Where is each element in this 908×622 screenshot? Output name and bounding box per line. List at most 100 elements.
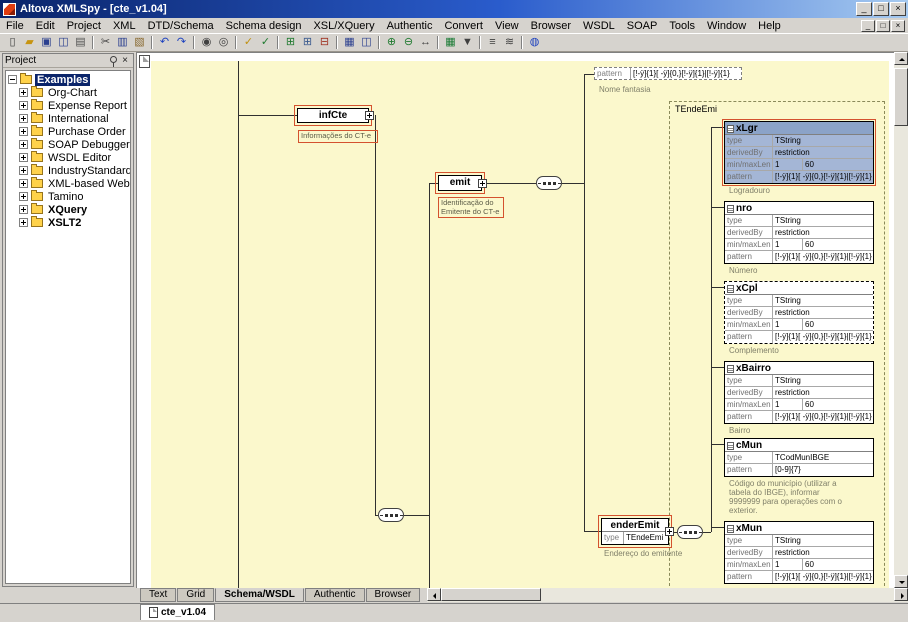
property-value[interactable]: TString — [773, 135, 873, 146]
minimize-button[interactable]: _ — [856, 2, 872, 16]
menu-xml[interactable]: XML — [107, 19, 142, 33]
tree-item-expense-report[interactable]: Expense Report — [6, 99, 130, 112]
pretty-print-icon[interactable]: ≋ — [501, 35, 518, 50]
expand-icon[interactable] — [19, 140, 28, 149]
property-value[interactable]: TString — [773, 295, 873, 306]
horizontal-scrollbar[interactable] — [427, 588, 908, 602]
expand-icon[interactable] — [19, 205, 28, 214]
property-value[interactable]: 60 — [803, 239, 873, 250]
menu-xsl-xquery[interactable]: XSL/XQuery — [307, 19, 380, 33]
property-value[interactable]: TString — [773, 215, 873, 226]
property-value[interactable]: 60 — [803, 319, 873, 330]
tree-item-soap-debugger[interactable]: SOAP Debugger — [6, 138, 130, 151]
copy-icon[interactable]: ▥ — [114, 35, 131, 50]
table-view-icon[interactable]: ▦ — [442, 35, 459, 50]
element-detail-box-xLgr[interactable]: xLgrtypeTStringderivedByrestrictionmin/m… — [724, 121, 874, 184]
element-detail-box-xBairro[interactable]: xBairrotypeTStringderivedByrestrictionmi… — [724, 361, 874, 424]
remove-element-icon[interactable]: ⊟ — [316, 35, 333, 50]
property-value[interactable]: restriction — [773, 147, 873, 158]
view-tab-authentic[interactable]: Authentic — [305, 588, 365, 602]
vertical-scrollbar[interactable] — [894, 52, 908, 588]
new-document-icon[interactable]: ▯ — [4, 35, 21, 50]
sequence-compositor-icon[interactable] — [536, 176, 562, 190]
tree-item-international[interactable]: International — [6, 112, 130, 125]
sequence-compositor-icon[interactable] — [677, 525, 703, 539]
app-icon[interactable] — [3, 3, 16, 16]
tree-item-xslt2[interactable]: XSLT2 — [6, 216, 130, 229]
save-all-icon[interactable]: ◫ — [55, 35, 72, 50]
expand-icon[interactable] — [19, 179, 28, 188]
expand-icon[interactable] — [19, 88, 28, 97]
nested-grid-icon[interactable]: ◫ — [358, 35, 375, 50]
document-tab-cte-v1-04[interactable]: cte_v1.04 — [140, 604, 215, 620]
save-icon[interactable]: ▣ — [38, 35, 55, 50]
property-value[interactable]: [!-ÿ]{1}[ -ÿ]{0,}[!-ÿ]{1}|[!-ÿ]{1} — [631, 68, 741, 79]
expand-handle-icon[interactable] — [365, 111, 374, 120]
mdi-close-button[interactable]: × — [891, 20, 905, 32]
menu-authentic[interactable]: Authentic — [381, 19, 439, 33]
element-node-emit[interactable]: emit — [438, 175, 482, 191]
menu-help[interactable]: Help — [752, 19, 787, 33]
view-tab-browser[interactable]: Browser — [366, 588, 421, 602]
property-value[interactable]: restriction — [773, 387, 873, 398]
menu-schema-design[interactable]: Schema design — [220, 19, 308, 33]
property-value[interactable]: 1 — [773, 399, 803, 410]
optimal-widths-icon[interactable]: ↔ — [417, 35, 434, 50]
expand-handle-icon[interactable] — [665, 527, 674, 536]
property-value[interactable]: TString — [773, 375, 873, 386]
property-value[interactable]: [!-ÿ]{1}[ -ÿ]{0,}[!-ÿ]{1}|[!-ÿ]{1} — [773, 571, 873, 583]
redo-icon[interactable]: ↷ — [173, 35, 190, 50]
property-value[interactable]: 1 — [773, 319, 803, 330]
property-value[interactable]: 60 — [803, 559, 873, 570]
property-value[interactable]: [!-ÿ]{1}[ -ÿ]{0,}[!-ÿ]{1}|[!-ÿ]{1} — [773, 251, 873, 263]
expand-all-icon[interactable]: ⊕ — [383, 35, 400, 50]
element-detail-box-nro[interactable]: nrotypeTStringderivedByrestrictionmin/ma… — [724, 201, 874, 264]
menu-wsdl[interactable]: WSDL — [577, 19, 621, 33]
scroll-up-icon[interactable] — [894, 52, 908, 65]
menu-project[interactable]: Project — [61, 19, 107, 33]
tree-item-purchase-order[interactable]: Purchase Order — [6, 125, 130, 138]
collapse-all-icon[interactable]: ⊖ — [400, 35, 417, 50]
tree-item-org-chart[interactable]: Org-Chart — [6, 86, 130, 99]
menu-soap[interactable]: SOAP — [621, 19, 664, 33]
expand-icon[interactable] — [19, 127, 28, 136]
tree-item-xquery[interactable]: XQuery — [6, 203, 130, 216]
property-value[interactable]: [!-ÿ]{1}[ -ÿ]{0,}[!-ÿ]{1}|[!-ÿ]{1} — [773, 411, 873, 423]
property-value[interactable]: [!-ÿ]{1}[ -ÿ]{0,}[!-ÿ]{1}|[!-ÿ]{1} — [773, 331, 873, 343]
sequence-compositor-icon[interactable] — [378, 508, 404, 522]
property-value[interactable]: restriction — [773, 227, 873, 238]
expand-icon[interactable] — [19, 153, 28, 162]
property-value[interactable]: restriction — [773, 307, 873, 318]
element-node-enderEmit[interactable]: enderEmit type TEndeEmi — [601, 518, 669, 545]
expand-icon[interactable] — [19, 114, 28, 123]
tree-item-wsdl-editor[interactable]: WSDL Editor — [6, 151, 130, 164]
tree-item-tamino[interactable]: Tamino — [6, 190, 130, 203]
expand-icon[interactable] — [19, 101, 28, 110]
property-value[interactable]: TString — [773, 535, 873, 546]
browser-view-icon[interactable]: ◍ — [526, 35, 543, 50]
menu-browser[interactable]: Browser — [525, 19, 577, 33]
collapse-icon[interactable] — [8, 75, 17, 84]
find-icon[interactable]: ◉ — [198, 35, 215, 50]
undo-icon[interactable]: ↶ — [156, 35, 173, 50]
view-tab-text[interactable]: Text — [140, 588, 176, 602]
paste-icon[interactable]: ▧ — [131, 35, 148, 50]
property-value[interactable]: [!-ÿ]{1}[ -ÿ]{0,}[!-ÿ]{1}|[!-ÿ]{1} — [773, 171, 873, 183]
menu-view[interactable]: View — [489, 19, 525, 33]
horizontal-scrollbar-thumb[interactable] — [441, 588, 541, 601]
menu-file[interactable]: File — [0, 19, 30, 33]
maximize-button[interactable]: □ — [873, 2, 889, 16]
validate-icon[interactable]: ✓ — [257, 35, 274, 50]
schema-globals-icon[interactable] — [139, 55, 150, 68]
menu-dtd-schema[interactable]: DTD/Schema — [142, 19, 220, 33]
scroll-right-icon[interactable] — [894, 588, 908, 601]
expand-handle-icon[interactable] — [478, 179, 487, 188]
insert-element-icon[interactable]: ⊞ — [282, 35, 299, 50]
menu-convert[interactable]: Convert — [438, 19, 489, 33]
expand-icon[interactable] — [19, 192, 28, 201]
check-well-formed-icon[interactable]: ✓ — [240, 35, 257, 50]
pin-icon[interactable] — [107, 55, 119, 67]
view-tab-schema-wsdl[interactable]: Schema/WSDL — [215, 588, 304, 602]
close-panel-icon[interactable] — [119, 55, 131, 67]
expand-icon[interactable] — [19, 218, 28, 227]
